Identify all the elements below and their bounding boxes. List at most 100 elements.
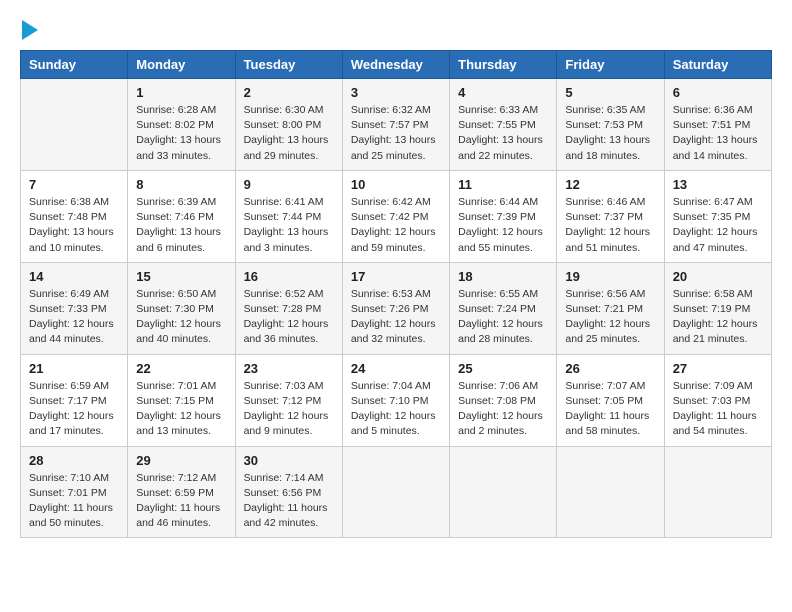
weekday-header-friday: Friday <box>557 51 664 79</box>
day-info: Sunrise: 6:50 AM Sunset: 7:30 PM Dayligh… <box>136 287 226 348</box>
day-info: Sunrise: 6:59 AM Sunset: 7:17 PM Dayligh… <box>29 379 119 440</box>
day-info: Sunrise: 6:38 AM Sunset: 7:48 PM Dayligh… <box>29 195 119 256</box>
day-info: Sunrise: 6:47 AM Sunset: 7:35 PM Dayligh… <box>673 195 763 256</box>
day-info: Sunrise: 6:33 AM Sunset: 7:55 PM Dayligh… <box>458 103 548 164</box>
calendar-cell <box>450 446 557 538</box>
day-info: Sunrise: 6:44 AM Sunset: 7:39 PM Dayligh… <box>458 195 548 256</box>
day-info: Sunrise: 7:04 AM Sunset: 7:10 PM Dayligh… <box>351 379 441 440</box>
day-info: Sunrise: 6:39 AM Sunset: 7:46 PM Dayligh… <box>136 195 226 256</box>
day-number: 16 <box>244 269 334 284</box>
day-info: Sunrise: 6:41 AM Sunset: 7:44 PM Dayligh… <box>244 195 334 256</box>
day-number: 28 <box>29 453 119 468</box>
calendar-cell: 5 Sunrise: 6:35 AM Sunset: 7:53 PM Daylig… <box>557 79 664 171</box>
calendar-cell: 29 Sunrise: 7:12 AM Sunset: 6:59 PM Dayli… <box>128 446 235 538</box>
day-number: 9 <box>244 177 334 192</box>
day-info: Sunrise: 6:46 AM Sunset: 7:37 PM Dayligh… <box>565 195 655 256</box>
calendar-cell: 11Sunrise: 6:44 AM Sunset: 7:39 PM Dayli… <box>450 170 557 262</box>
calendar-cell: 28 Sunrise: 7:10 AM Sunset: 7:01 PM Dayli… <box>21 446 128 538</box>
calendar-week-row: 14Sunrise: 6:49 AM Sunset: 7:33 PM Dayli… <box>21 262 772 354</box>
day-info: Sunrise: 7:06 AM Sunset: 7:08 PM Dayligh… <box>458 379 548 440</box>
weekday-header-tuesday: Tuesday <box>235 51 342 79</box>
day-number: 6 <box>673 85 763 100</box>
calendar-week-row: 1 Sunrise: 6:28 AM Sunset: 8:02 PM Daylig… <box>21 79 772 171</box>
weekday-header-monday: Monday <box>128 51 235 79</box>
calendar-cell: 24 Sunrise: 7:04 AM Sunset: 7:10 PM Dayli… <box>342 354 449 446</box>
day-number: 19 <box>565 269 655 284</box>
day-number: 27 <box>673 361 763 376</box>
calendar-cell: 8Sunrise: 6:39 AM Sunset: 7:46 PM Daylig… <box>128 170 235 262</box>
day-number: 24 <box>351 361 441 376</box>
day-info: Sunrise: 6:35 AM Sunset: 7:53 PM Dayligh… <box>565 103 655 164</box>
day-number: 23 <box>244 361 334 376</box>
calendar-cell: 19 Sunrise: 6:56 AM Sunset: 7:21 PM Dayli… <box>557 262 664 354</box>
day-info: Sunrise: 7:07 AM Sunset: 7:05 PM Dayligh… <box>565 379 655 440</box>
calendar-cell: 23 Sunrise: 7:03 AM Sunset: 7:12 PM Dayli… <box>235 354 342 446</box>
calendar-cell: 30 Sunrise: 7:14 AM Sunset: 6:56 PM Dayli… <box>235 446 342 538</box>
calendar-cell: 7 Sunrise: 6:38 AM Sunset: 7:48 PM Daylig… <box>21 170 128 262</box>
weekday-header-thursday: Thursday <box>450 51 557 79</box>
day-info: Sunrise: 6:36 AM Sunset: 7:51 PM Dayligh… <box>673 103 763 164</box>
calendar-cell: 2 Sunrise: 6:30 AM Sunset: 8:00 PM Daylig… <box>235 79 342 171</box>
day-number: 12 <box>565 177 655 192</box>
calendar-cell: 9 Sunrise: 6:41 AM Sunset: 7:44 PM Daylig… <box>235 170 342 262</box>
calendar-cell <box>557 446 664 538</box>
calendar-week-row: 7 Sunrise: 6:38 AM Sunset: 7:48 PM Daylig… <box>21 170 772 262</box>
weekday-header-row: SundayMondayTuesdayWednesdayThursdayFrid… <box>21 51 772 79</box>
day-number: 17 <box>351 269 441 284</box>
day-info: Sunrise: 7:03 AM Sunset: 7:12 PM Dayligh… <box>244 379 334 440</box>
day-number: 29 <box>136 453 226 468</box>
day-info: Sunrise: 6:42 AM Sunset: 7:42 PM Dayligh… <box>351 195 441 256</box>
day-number: 2 <box>244 85 334 100</box>
day-info: Sunrise: 7:14 AM Sunset: 6:56 PM Dayligh… <box>244 471 334 532</box>
calendar-week-row: 28 Sunrise: 7:10 AM Sunset: 7:01 PM Dayli… <box>21 446 772 538</box>
page-header <box>20 20 772 40</box>
day-info: Sunrise: 6:58 AM Sunset: 7:19 PM Dayligh… <box>673 287 763 348</box>
day-info: Sunrise: 6:28 AM Sunset: 8:02 PM Dayligh… <box>136 103 226 164</box>
day-info: Sunrise: 7:09 AM Sunset: 7:03 PM Dayligh… <box>673 379 763 440</box>
day-number: 30 <box>244 453 334 468</box>
day-number: 7 <box>29 177 119 192</box>
day-number: 10 <box>351 177 441 192</box>
day-number: 13 <box>673 177 763 192</box>
day-number: 18 <box>458 269 548 284</box>
weekday-header-saturday: Saturday <box>664 51 771 79</box>
day-number: 26 <box>565 361 655 376</box>
weekday-header-wednesday: Wednesday <box>342 51 449 79</box>
day-info: Sunrise: 7:12 AM Sunset: 6:59 PM Dayligh… <box>136 471 226 532</box>
calendar-cell: 27 Sunrise: 7:09 AM Sunset: 7:03 PM Dayli… <box>664 354 771 446</box>
calendar-cell: 15 Sunrise: 6:50 AM Sunset: 7:30 PM Dayli… <box>128 262 235 354</box>
calendar-cell: 17 Sunrise: 6:53 AM Sunset: 7:26 PM Dayli… <box>342 262 449 354</box>
day-info: Sunrise: 6:53 AM Sunset: 7:26 PM Dayligh… <box>351 287 441 348</box>
calendar-cell: 13 Sunrise: 6:47 AM Sunset: 7:35 PM Dayli… <box>664 170 771 262</box>
calendar-cell: 18Sunrise: 6:55 AM Sunset: 7:24 PM Dayli… <box>450 262 557 354</box>
day-number: 5 <box>565 85 655 100</box>
day-number: 22 <box>136 361 226 376</box>
day-info: Sunrise: 6:49 AM Sunset: 7:33 PM Dayligh… <box>29 287 119 348</box>
logo-arrow-icon <box>22 20 38 40</box>
calendar-cell: 25Sunrise: 7:06 AM Sunset: 7:08 PM Dayli… <box>450 354 557 446</box>
day-info: Sunrise: 6:32 AM Sunset: 7:57 PM Dayligh… <box>351 103 441 164</box>
calendar-cell: 6 Sunrise: 6:36 AM Sunset: 7:51 PM Daylig… <box>664 79 771 171</box>
day-number: 20 <box>673 269 763 284</box>
day-number: 21 <box>29 361 119 376</box>
calendar-table: SundayMondayTuesdayWednesdayThursdayFrid… <box>20 50 772 538</box>
calendar-cell: 26 Sunrise: 7:07 AM Sunset: 7:05 PM Dayli… <box>557 354 664 446</box>
day-number: 4 <box>458 85 548 100</box>
calendar-cell <box>342 446 449 538</box>
calendar-cell: 1 Sunrise: 6:28 AM Sunset: 8:02 PM Daylig… <box>128 79 235 171</box>
calendar-cell: 21 Sunrise: 6:59 AM Sunset: 7:17 PM Dayli… <box>21 354 128 446</box>
day-number: 15 <box>136 269 226 284</box>
day-number: 3 <box>351 85 441 100</box>
day-info: Sunrise: 7:01 AM Sunset: 7:15 PM Dayligh… <box>136 379 226 440</box>
calendar-cell: 12 Sunrise: 6:46 AM Sunset: 7:37 PM Dayli… <box>557 170 664 262</box>
calendar-cell: 10 Sunrise: 6:42 AM Sunset: 7:42 PM Dayli… <box>342 170 449 262</box>
calendar-week-row: 21 Sunrise: 6:59 AM Sunset: 7:17 PM Dayli… <box>21 354 772 446</box>
day-info: Sunrise: 6:30 AM Sunset: 8:00 PM Dayligh… <box>244 103 334 164</box>
day-info: Sunrise: 6:56 AM Sunset: 7:21 PM Dayligh… <box>565 287 655 348</box>
calendar-cell: 14Sunrise: 6:49 AM Sunset: 7:33 PM Dayli… <box>21 262 128 354</box>
calendar-cell <box>664 446 771 538</box>
day-number: 1 <box>136 85 226 100</box>
logo <box>20 20 38 40</box>
calendar-cell: 3 Sunrise: 6:32 AM Sunset: 7:57 PM Daylig… <box>342 79 449 171</box>
day-info: Sunrise: 7:10 AM Sunset: 7:01 PM Dayligh… <box>29 471 119 532</box>
